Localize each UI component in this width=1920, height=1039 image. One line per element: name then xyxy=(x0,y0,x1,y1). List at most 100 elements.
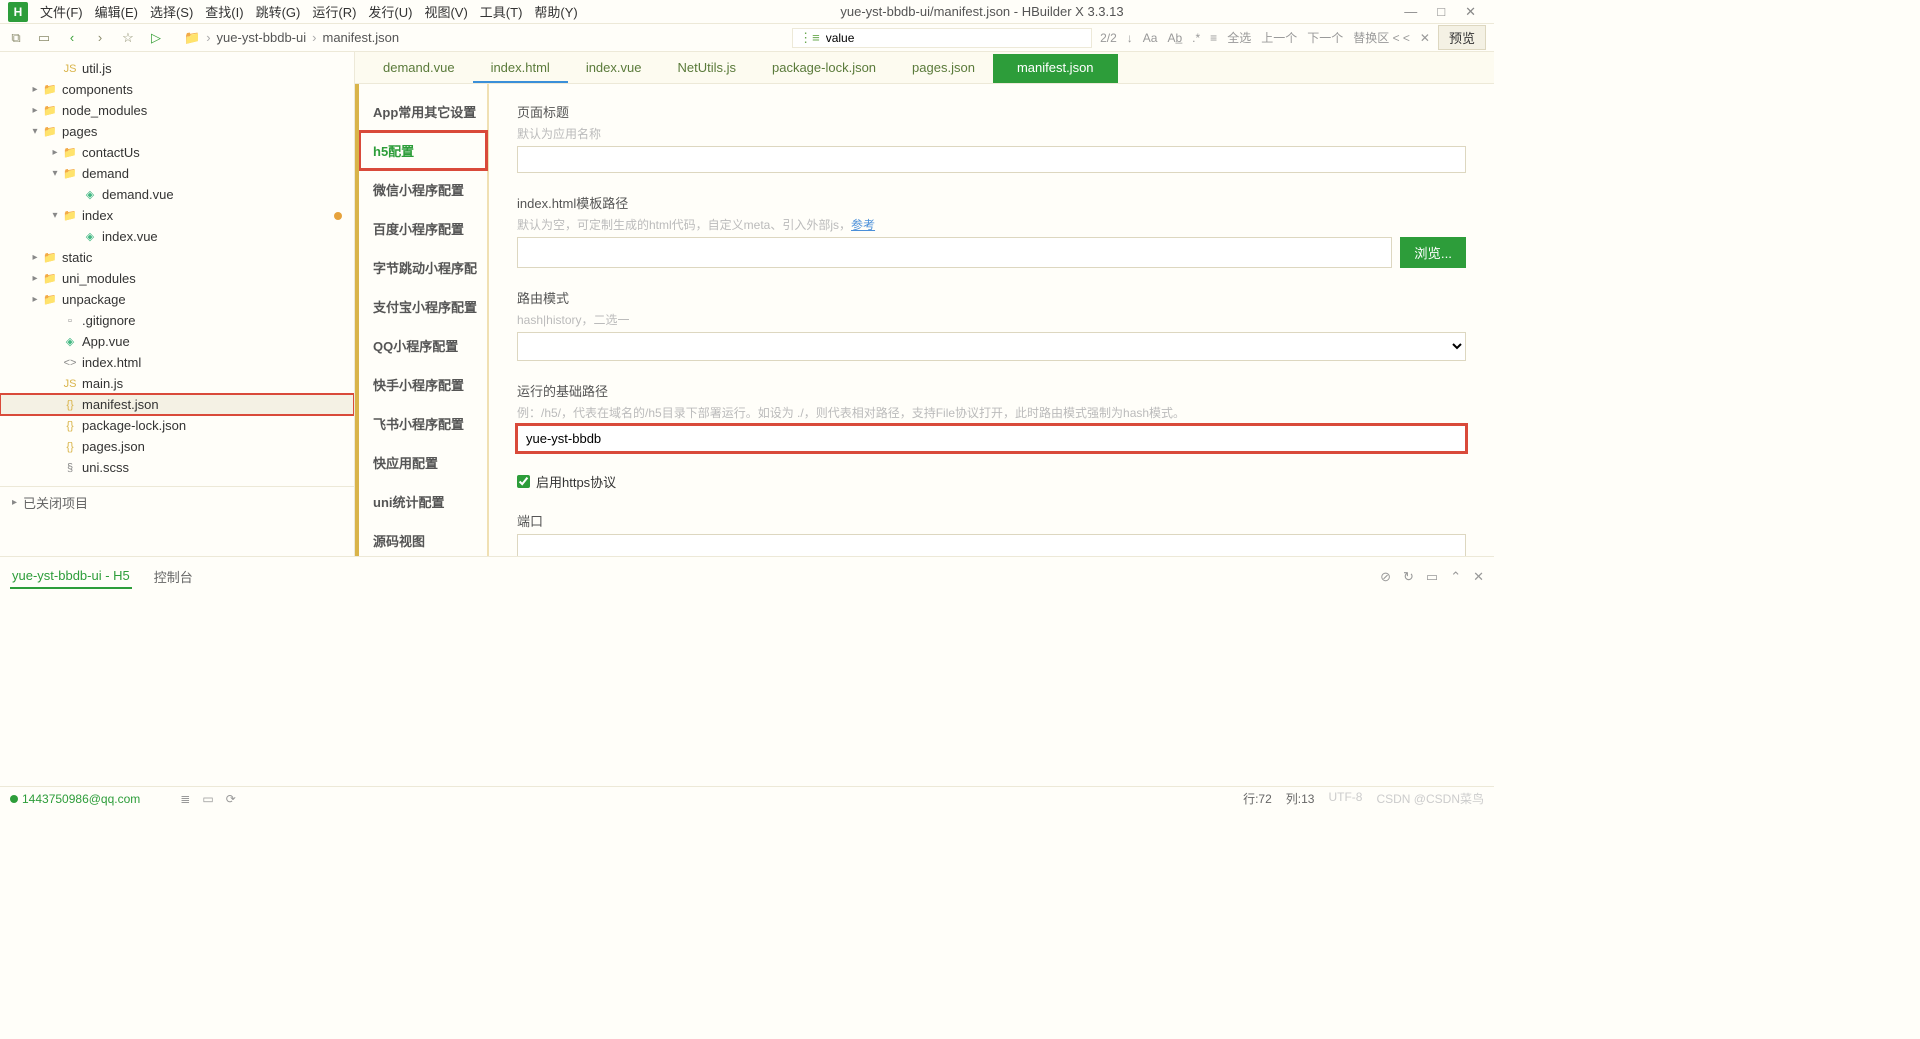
case-icon[interactable]: Aa xyxy=(1143,31,1158,45)
menu-item[interactable]: 选择(S) xyxy=(150,2,193,21)
menu-item[interactable]: 工具(T) xyxy=(480,2,523,21)
list-icon[interactable]: ≣ xyxy=(180,792,190,806)
sidenav-item[interactable]: 快应用配置 xyxy=(359,443,487,482)
breadcrumb-file[interactable]: manifest.json xyxy=(322,30,399,45)
tree-item[interactable]: JSutil.js xyxy=(0,58,354,79)
star-icon[interactable]: ☆ xyxy=(120,30,136,46)
tree-item[interactable]: ▾📁demand xyxy=(0,163,354,184)
sidenav-item[interactable]: 百度小程序配置 xyxy=(359,209,487,248)
tree-item[interactable]: ▸📁node_modules xyxy=(0,100,354,121)
sidenav-item[interactable]: 微信小程序配置 xyxy=(359,170,487,209)
editor-tab[interactable]: demand.vue xyxy=(365,54,473,83)
sidenav-item[interactable]: QQ小程序配置 xyxy=(359,326,487,365)
new-tab-icon[interactable]: ▭ xyxy=(36,30,52,46)
menu-item[interactable]: 帮助(Y) xyxy=(534,2,577,21)
sidenav-item[interactable]: 字节跳动小程序配 xyxy=(359,248,487,287)
preview-button[interactable]: 预览 xyxy=(1438,25,1486,50)
stop-icon[interactable]: ⊘ xyxy=(1380,569,1391,585)
input-page-title[interactable] xyxy=(517,146,1466,173)
arrow-down-icon[interactable]: ↓ xyxy=(1127,31,1133,45)
word-icon[interactable]: Ab̲ xyxy=(1167,31,1182,45)
sidenav-item[interactable]: 飞书小程序配置 xyxy=(359,404,487,443)
browse-button[interactable]: 浏览... xyxy=(1400,237,1466,268)
sidenav-item[interactable]: uni统计配置 xyxy=(359,482,487,521)
status-line[interactable]: 行:72 xyxy=(1243,790,1272,807)
sidenav-item[interactable]: 快手小程序配置 xyxy=(359,365,487,404)
sidenav-item[interactable]: 支付宝小程序配置 xyxy=(359,287,487,326)
tree-item[interactable]: {}pages.json xyxy=(0,436,354,457)
tree-item[interactable]: ▾📁pages xyxy=(0,121,354,142)
tree-item[interactable]: ▸📁uni_modules xyxy=(0,268,354,289)
close-search-icon[interactable]: ✕ xyxy=(1420,31,1430,45)
menu-item[interactable]: 发行(U) xyxy=(368,2,412,21)
back-icon[interactable]: ‹ xyxy=(64,30,80,45)
new-window-icon[interactable]: ⧉ xyxy=(8,30,24,46)
tree-item[interactable]: JSmain.js xyxy=(0,373,354,394)
console-tab-console[interactable]: 控制台 xyxy=(152,563,195,590)
collapse-icon[interactable]: ⌃ xyxy=(1450,569,1461,585)
modified-dot-icon xyxy=(334,212,342,220)
terminal-icon[interactable]: ▭ xyxy=(202,792,213,806)
sidenav-item[interactable]: h5配置 xyxy=(359,131,487,170)
menu-item[interactable]: 编辑(E) xyxy=(95,2,138,21)
checkbox-https[interactable] xyxy=(517,475,530,488)
input-template[interactable] xyxy=(517,237,1392,268)
next-match-btn[interactable]: 下一个 xyxy=(1307,29,1343,46)
maximize-icon[interactable]: □ xyxy=(1437,4,1445,20)
tree-item[interactable]: {}package-lock.json xyxy=(0,415,354,436)
tree-item[interactable]: ▸📁components xyxy=(0,79,354,100)
app-logo: H xyxy=(8,2,28,22)
menu-item[interactable]: 视图(V) xyxy=(424,2,467,21)
restart-icon[interactable]: ↻ xyxy=(1403,569,1414,585)
select-all-btn[interactable]: 全选 xyxy=(1227,29,1251,46)
status-col[interactable]: 列:13 xyxy=(1286,790,1315,807)
search-mode-icon[interactable]: ⋮≡ xyxy=(799,30,820,46)
sidenav-item[interactable]: 源码视图 xyxy=(359,521,487,556)
tree-item[interactable]: ▸📁unpackage xyxy=(0,289,354,310)
tree-item[interactable]: ◈demand.vue xyxy=(0,184,354,205)
tree-item[interactable]: ▫.gitignore xyxy=(0,310,354,331)
status-email[interactable]: 1443750986@qq.com xyxy=(10,792,140,806)
tree-item[interactable]: ▾📁index xyxy=(0,205,354,226)
forward-icon[interactable]: › xyxy=(92,30,108,45)
editor-tab[interactable]: NetUtils.js xyxy=(659,54,754,83)
editor-tab[interactable]: index.vue xyxy=(568,54,660,83)
prev-match-btn[interactable]: 上一个 xyxy=(1261,29,1297,46)
menu-item[interactable]: 文件(F) xyxy=(40,2,83,21)
link-template-ref[interactable]: 参考 xyxy=(851,218,875,232)
editor-tab[interactable]: package-lock.json xyxy=(754,54,894,83)
regex-icon[interactable]: .* xyxy=(1192,31,1200,45)
console-tab-project[interactable]: yue-yst-bbdb-ui - H5 xyxy=(10,564,132,589)
close-console-icon[interactable]: ✕ xyxy=(1473,569,1484,585)
sync-icon[interactable]: ⟳ xyxy=(226,792,236,806)
lines-icon[interactable]: ≡ xyxy=(1210,31,1217,45)
breadcrumb-project[interactable]: yue-yst-bbdb-ui xyxy=(217,30,307,45)
replace-btn[interactable]: 替换区 < < xyxy=(1353,29,1410,46)
select-route[interactable] xyxy=(517,332,1466,361)
tree-item[interactable]: ▸📁contactUs xyxy=(0,142,354,163)
tree-item[interactable]: ◈index.vue xyxy=(0,226,354,247)
menu-item[interactable]: 查找(I) xyxy=(205,2,243,21)
menu-item[interactable]: 运行(R) xyxy=(312,2,356,21)
tree-item[interactable]: ◈App.vue xyxy=(0,331,354,352)
html-icon: <> xyxy=(62,357,78,369)
close-icon[interactable]: ✕ xyxy=(1465,4,1476,20)
closed-projects[interactable]: ▸ 已关闭项目 xyxy=(0,486,354,518)
status-encoding[interactable]: UTF-8 xyxy=(1328,790,1362,807)
editor-tab[interactable]: index.html xyxy=(473,54,568,83)
clear-icon[interactable]: ▭ xyxy=(1426,569,1438,585)
tree-item[interactable]: §uni.scss xyxy=(0,457,354,478)
input-base-path[interactable] xyxy=(517,425,1466,452)
editor-tab[interactable]: pages.json xyxy=(894,54,993,83)
tree-item[interactable]: <>index.html xyxy=(0,352,354,373)
search-box[interactable]: ⋮≡ xyxy=(792,28,1092,48)
sidenav-item[interactable]: App常用其它设置 xyxy=(359,92,487,131)
menu-item[interactable]: 跳转(G) xyxy=(256,2,301,21)
play-icon[interactable]: ▷ xyxy=(148,30,164,46)
tree-item[interactable]: ▸📁static xyxy=(0,247,354,268)
search-input[interactable] xyxy=(826,31,1085,45)
editor-tab[interactable]: manifest.json xyxy=(993,54,1118,83)
input-port[interactable] xyxy=(517,534,1466,556)
tree-item[interactable]: {}manifest.json xyxy=(0,394,354,415)
minimize-icon[interactable]: — xyxy=(1404,4,1417,20)
